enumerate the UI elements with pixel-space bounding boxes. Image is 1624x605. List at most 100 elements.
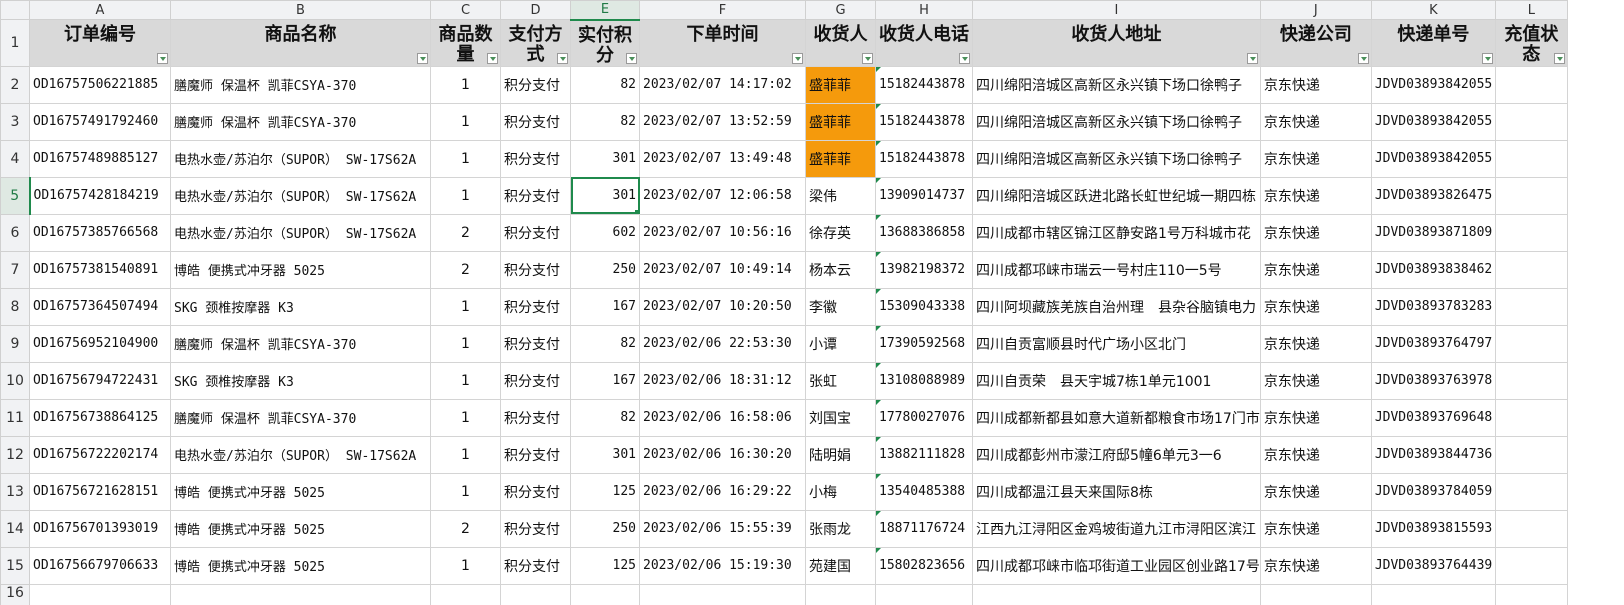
cell-points-paid[interactable]: 602 [570,213,640,252]
table-row[interactable]: 9 OD16756952104900 膳魔师 保温杯 凯菲CSYA-370 1 积分支付… [0,324,1568,363]
cell-payment-method[interactable]: 积分支付 [500,176,571,215]
row-number[interactable]: 8 [0,287,30,326]
cell-recipient-address[interactable]: 四川绵阳涪城区高新区永兴镇下场口徐鸭子 [972,102,1261,141]
cell-order-time[interactable]: 2023/02/07 14:17:02 [639,65,806,104]
cell-recharge-status[interactable] [1494,398,1568,437]
empty-cell[interactable] [805,583,876,605]
table-row[interactable]: 16 [0,583,1568,605]
cell-order-id[interactable]: OD16757385766568 [29,213,171,252]
cell-courier[interactable]: 京东快递 [1259,509,1372,548]
cell-product-name[interactable]: 膳魔师 保温杯 凯菲CSYA-370 [170,324,431,363]
cell-order-id[interactable]: OD16756794722431 [29,361,171,400]
cell-tracking-number[interactable]: JDVD03893784059 [1370,472,1496,511]
cell-recharge-status[interactable] [1494,287,1568,326]
column-header-j[interactable]: J [1259,0,1372,20]
table-row[interactable]: 8 OD16757364507494 SKG 颈椎按摩器 K3 1 积分支付 167 202… [0,287,1568,326]
cell-order-time[interactable]: 2023/02/07 13:52:59 [639,102,806,141]
filter-dropdown-icon[interactable] [1481,52,1493,64]
cell-recharge-status[interactable] [1494,324,1568,363]
cell-recipient[interactable]: 张雨龙 [805,509,876,548]
cell-courier[interactable]: 京东快递 [1259,139,1372,178]
empty-cell[interactable] [639,583,806,605]
column-header-h[interactable]: H [875,0,973,20]
cell-product-name[interactable]: 博皓 便携式冲牙器 5025 [170,546,431,585]
cell-recharge-status[interactable] [1494,213,1568,252]
cell-recharge-status[interactable] [1494,435,1568,474]
table-row[interactable]: 3 OD16757491792460 膳魔师 保温杯 凯菲CSYA-370 1 积分支付… [0,102,1568,141]
cell-courier[interactable]: 京东快递 [1259,324,1372,363]
cell-product-name[interactable]: 膳魔师 保温杯 凯菲CSYA-370 [170,102,431,141]
cell-payment-method[interactable]: 积分支付 [500,324,571,363]
cell-recipient[interactable]: 徐存英 [805,213,876,252]
cell-recharge-status[interactable] [1494,250,1568,289]
cell-recipient-phone[interactable]: 13882111828 [875,435,973,474]
cell-tracking-number[interactable]: JDVD03893842055 [1370,65,1496,104]
cell-order-time[interactable]: 2023/02/07 10:20:50 [639,287,806,326]
cell-tracking-number[interactable]: JDVD03893842055 [1370,139,1496,178]
cell-quantity[interactable]: 1 [430,435,501,474]
cell-recipient[interactable]: 陆明娟 [805,435,876,474]
cell-quantity[interactable]: 2 [430,509,501,548]
cell-recipient-address[interactable]: 四川成都彭州市濛江府邸5幢6单元3一6 [972,435,1261,474]
select-all-corner[interactable] [0,0,30,20]
cell-points-paid[interactable]: 82 [570,102,640,141]
cell-recharge-status[interactable] [1494,546,1568,585]
cell-order-id[interactable]: OD16757506221885 [29,65,171,104]
row-number[interactable]: 14 [0,509,30,548]
cell-recharge-status[interactable] [1494,472,1568,511]
cell-order-id[interactable]: OD16757364507494 [29,287,171,326]
cell-courier[interactable]: 京东快递 [1259,65,1372,104]
cell-product-name[interactable]: 电热水壶/苏泊尔（SUPOR） SW-17S62A [170,139,431,178]
cell-tracking-number[interactable]: JDVD03893769648 [1370,398,1496,437]
cell-points-paid[interactable]: 167 [570,361,640,400]
cell-payment-method[interactable]: 积分支付 [500,546,571,585]
cell-payment-method[interactable]: 积分支付 [500,361,571,400]
cell-recipient[interactable]: 张虹 [805,361,876,400]
row-number[interactable]: 10 [0,361,30,400]
cell-recipient[interactable]: 杨本云 [805,250,876,289]
cell-order-id[interactable]: OD16756701393019 [29,509,171,548]
cell-recipient-address[interactable]: 四川自贡荣 县天宇城7栋1单元1001 [972,361,1261,400]
cell-points-paid[interactable]: 301 [570,435,640,474]
cell-recipient[interactable]: 梁伟 [805,176,876,215]
cell-payment-method[interactable]: 积分支付 [500,435,571,474]
cell-recipient[interactable]: 小谭 [805,324,876,363]
cell-order-time[interactable]: 2023/02/06 18:31:12 [639,361,806,400]
column-header-a[interactable]: A [29,0,171,20]
cell-payment-method[interactable]: 积分支付 [500,472,571,511]
cell-tracking-number[interactable]: JDVD03893826475 [1370,176,1496,215]
table-row[interactable]: 7 OD16757381540891 博皓 便携式冲牙器 5025 2 积分支付 250 2… [0,250,1568,289]
cell-product-name[interactable]: 膳魔师 保温杯 凯菲CSYA-370 [170,65,431,104]
cell-recipient-phone[interactable]: 17780027076 [875,398,973,437]
table-row[interactable]: 5 OD16757428184219 电热水壶/苏泊尔（SUPOR） SW-17S6… [0,176,1568,215]
cell-courier[interactable]: 京东快递 [1259,213,1372,252]
cell-quantity[interactable]: 2 [430,250,501,289]
cell-product-name[interactable]: 电热水壶/苏泊尔（SUPOR） SW-17S62A [170,176,431,215]
empty-cell[interactable] [29,583,171,605]
empty-cell[interactable] [1370,583,1496,605]
row-number[interactable]: 16 [0,583,30,605]
cell-points-paid[interactable]: 125 [570,546,640,585]
cell-recipient[interactable]: 刘国宝 [805,398,876,437]
filter-dropdown-icon[interactable] [1246,52,1258,64]
row-number[interactable]: 12 [0,435,30,474]
cell-order-id[interactable]: OD16757428184219 [29,176,171,215]
column-header-l[interactable]: L [1494,0,1568,20]
cell-tracking-number[interactable]: JDVD03893764797 [1370,324,1496,363]
cell-payment-method[interactable]: 积分支付 [500,65,571,104]
cell-quantity[interactable]: 1 [430,324,501,363]
cell-order-time[interactable]: 2023/02/06 16:58:06 [639,398,806,437]
cell-order-id[interactable]: OD16757381540891 [29,250,171,289]
cell-recipient-phone[interactable]: 18871176724 [875,509,973,548]
column-header-f[interactable]: F [639,0,806,20]
row-number[interactable]: 13 [0,472,30,511]
cell-recipient-phone[interactable]: 15182443878 [875,102,973,141]
cell-recipient-address[interactable]: 四川绵阳涪城区跃进北路长虹世纪城一期四栋 [972,176,1261,215]
cell-recipient[interactable]: 盛菲菲 [805,139,876,178]
cell-quantity[interactable]: 1 [430,398,501,437]
cell-product-name[interactable]: 博皓 便携式冲牙器 5025 [170,509,431,548]
empty-cell[interactable] [972,583,1261,605]
cell-recharge-status[interactable] [1494,509,1568,548]
cell-order-time[interactable]: 2023/02/07 10:49:14 [639,250,806,289]
cell-quantity[interactable]: 1 [430,65,501,104]
